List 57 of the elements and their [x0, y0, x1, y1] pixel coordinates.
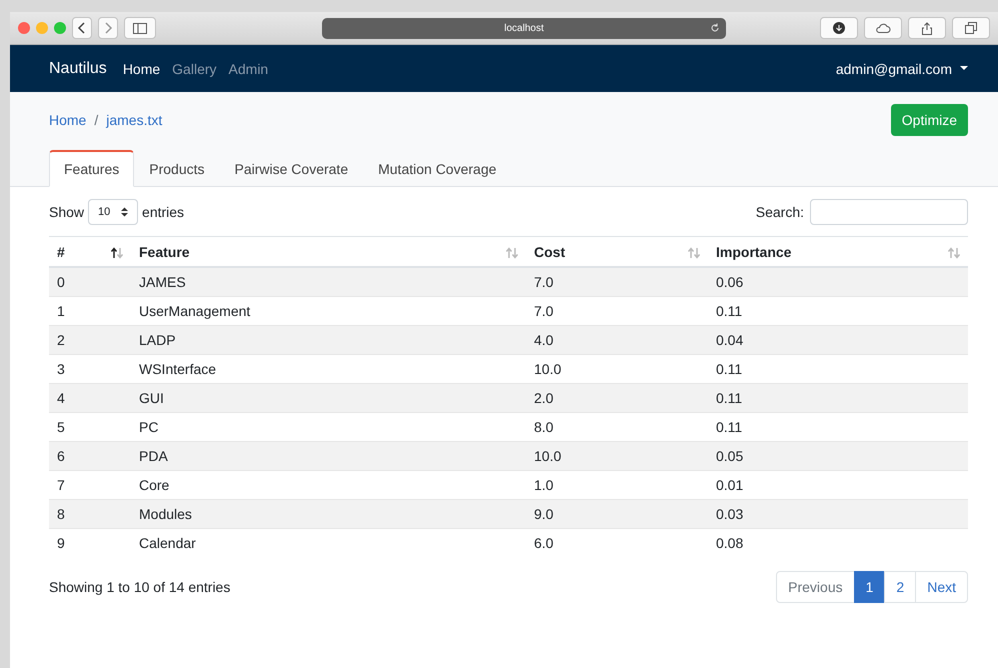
table-cell: 2: [49, 326, 131, 354]
table-cell: 0.11: [708, 384, 968, 412]
spinner-arrows-icon[interactable]: [121, 207, 128, 217]
tab[interactable]: Features: [49, 150, 134, 187]
table-cell: 10.0: [526, 442, 708, 470]
download-icon[interactable]: [820, 17, 858, 39]
entries-select[interactable]: 10: [88, 199, 138, 225]
table-cell: 8: [49, 500, 131, 528]
table-cell: GUI: [131, 384, 526, 412]
table-cell: Modules: [131, 500, 526, 528]
reload-icon[interactable]: [710, 22, 720, 32]
nav-link[interactable]: Home: [122, 60, 160, 76]
search-field[interactable]: [810, 199, 968, 225]
table-cell: 6: [49, 442, 131, 470]
user-menu[interactable]: admin@gmail.com: [836, 60, 968, 76]
table-cell: 6.0: [526, 528, 708, 557]
table-cell: Calendar: [131, 528, 526, 557]
table-cell: PDA: [131, 442, 526, 470]
table-cell: 0.06: [708, 267, 968, 296]
caret-icon[interactable]: [960, 66, 968, 71]
breadcrumb-separator: /: [94, 112, 98, 128]
cloud-icon[interactable]: [864, 17, 902, 39]
table-cell: 4.0: [526, 326, 708, 354]
share-icon[interactable]: [908, 17, 946, 39]
nav-link[interactable]: Admin: [228, 60, 268, 76]
sidebar-icon[interactable]: [124, 17, 156, 39]
table-cell: 0.05: [708, 442, 968, 470]
tab[interactable]: Products: [134, 150, 220, 187]
page-link[interactable]: 1: [854, 571, 886, 603]
table-cell: 0: [49, 267, 131, 296]
table-cell: 0.08: [708, 528, 968, 557]
breadcrumb-link[interactable]: Home: [49, 112, 86, 128]
back-icon[interactable]: [72, 17, 92, 39]
forward-icon[interactable]: [98, 17, 118, 39]
table-cell: 9.0: [526, 500, 708, 528]
table-cell: 0.04: [708, 326, 968, 354]
table-cell: 4: [49, 384, 131, 412]
table-cell: 0.03: [708, 500, 968, 528]
search-label: Search:: [756, 204, 804, 220]
table-cell: 2.0: [526, 384, 708, 412]
nav-link[interactable]: Gallery: [172, 60, 217, 76]
tab[interactable]: Mutation Coverage: [363, 150, 512, 187]
table-cell: LADP: [131, 326, 526, 354]
breadcrumb-link[interactable]: james.txt: [106, 112, 162, 128]
tabs-icon[interactable]: [952, 17, 990, 39]
page-link[interactable]: Next: [915, 571, 968, 603]
table-cell: 7.0: [526, 267, 708, 296]
table-cell: JAMES: [131, 267, 526, 296]
table-cell: 9: [49, 528, 131, 557]
entries-info: Showing 1 to 10 of 14 entries: [49, 579, 230, 595]
page-link[interactable]: 2: [884, 571, 916, 603]
show-label: Show: [49, 204, 84, 220]
tab[interactable]: Pairwise Coverate: [220, 150, 364, 187]
address-bar[interactable]: localhost: [322, 18, 726, 38]
brand-name[interactable]: Nautilus: [49, 60, 107, 78]
sort-icon[interactable]: [111, 247, 123, 259]
entries-label: entries: [142, 204, 184, 220]
